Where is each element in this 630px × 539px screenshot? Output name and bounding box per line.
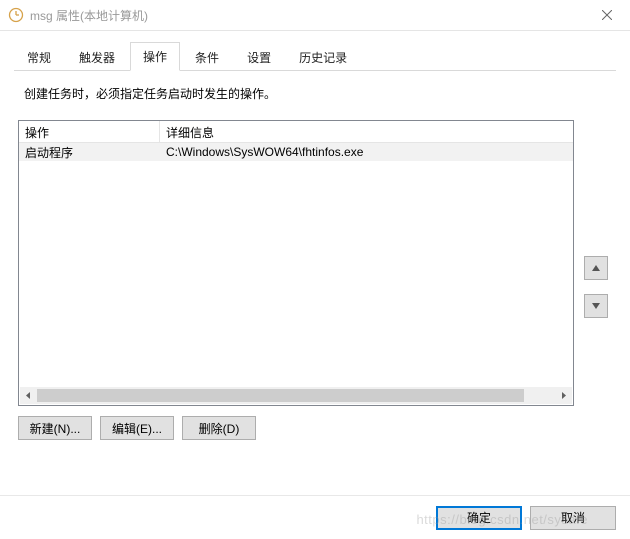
edit-button[interactable]: 编辑(E)... xyxy=(100,416,174,440)
scroll-track[interactable] xyxy=(37,387,555,404)
horizontal-scrollbar[interactable] xyxy=(20,387,572,404)
move-down-button[interactable] xyxy=(584,294,608,318)
col-details[interactable]: 详细信息 xyxy=(160,121,573,142)
window-title: msg 属性(本地计算机) xyxy=(30,7,584,24)
tab-conditions[interactable]: 条件 xyxy=(182,43,232,71)
move-up-button[interactable] xyxy=(584,256,608,280)
app-icon xyxy=(8,7,24,23)
new-button[interactable]: 新建(N)... xyxy=(18,416,92,440)
tab-actions[interactable]: 操作 xyxy=(130,42,180,71)
table-area: 操作 详细信息 启动程序 C:\Windows\SysWOW64\fhtinfo… xyxy=(14,120,616,406)
list-item[interactable]: 启动程序 C:\Windows\SysWOW64\fhtinfos.exe xyxy=(19,143,573,161)
scroll-thumb[interactable] xyxy=(37,389,524,402)
tab-triggers[interactable]: 触发器 xyxy=(66,43,128,71)
actions-list[interactable]: 操作 详细信息 启动程序 C:\Windows\SysWOW64\fhtinfo… xyxy=(18,120,574,406)
dialog-footer: 确定 取消 xyxy=(0,495,630,539)
cancel-button[interactable]: 取消 xyxy=(530,506,616,530)
delete-button[interactable]: 删除(D) xyxy=(182,416,256,440)
list-header: 操作 详细信息 xyxy=(19,121,573,143)
titlebar: msg 属性(本地计算机) xyxy=(0,0,630,31)
tab-general[interactable]: 常规 xyxy=(14,43,64,71)
ok-button[interactable]: 确定 xyxy=(436,506,522,530)
close-button[interactable] xyxy=(584,0,630,31)
cell-details: C:\Windows\SysWOW64\fhtinfos.exe xyxy=(160,143,573,161)
tab-history[interactable]: 历史记录 xyxy=(286,43,360,71)
cell-action: 启动程序 xyxy=(19,143,160,163)
instruction-text: 创建任务时，必须指定任务启动时发生的操作。 xyxy=(24,85,606,102)
tabstrip: 常规 触发器 操作 条件 设置 历史记录 xyxy=(14,43,616,71)
tab-content: 创建任务时，必须指定任务启动时发生的操作。 操作 详细信息 启动程序 C:\Wi… xyxy=(0,85,630,440)
col-action[interactable]: 操作 xyxy=(19,121,159,142)
scroll-right-icon[interactable] xyxy=(555,387,572,404)
list-body: 启动程序 C:\Windows\SysWOW64\fhtinfos.exe xyxy=(19,143,573,388)
action-buttons: 新建(N)... 编辑(E)... 删除(D) xyxy=(18,416,616,440)
reorder-buttons xyxy=(584,256,616,318)
tab-settings[interactable]: 设置 xyxy=(234,43,284,71)
scroll-left-icon[interactable] xyxy=(20,387,37,404)
